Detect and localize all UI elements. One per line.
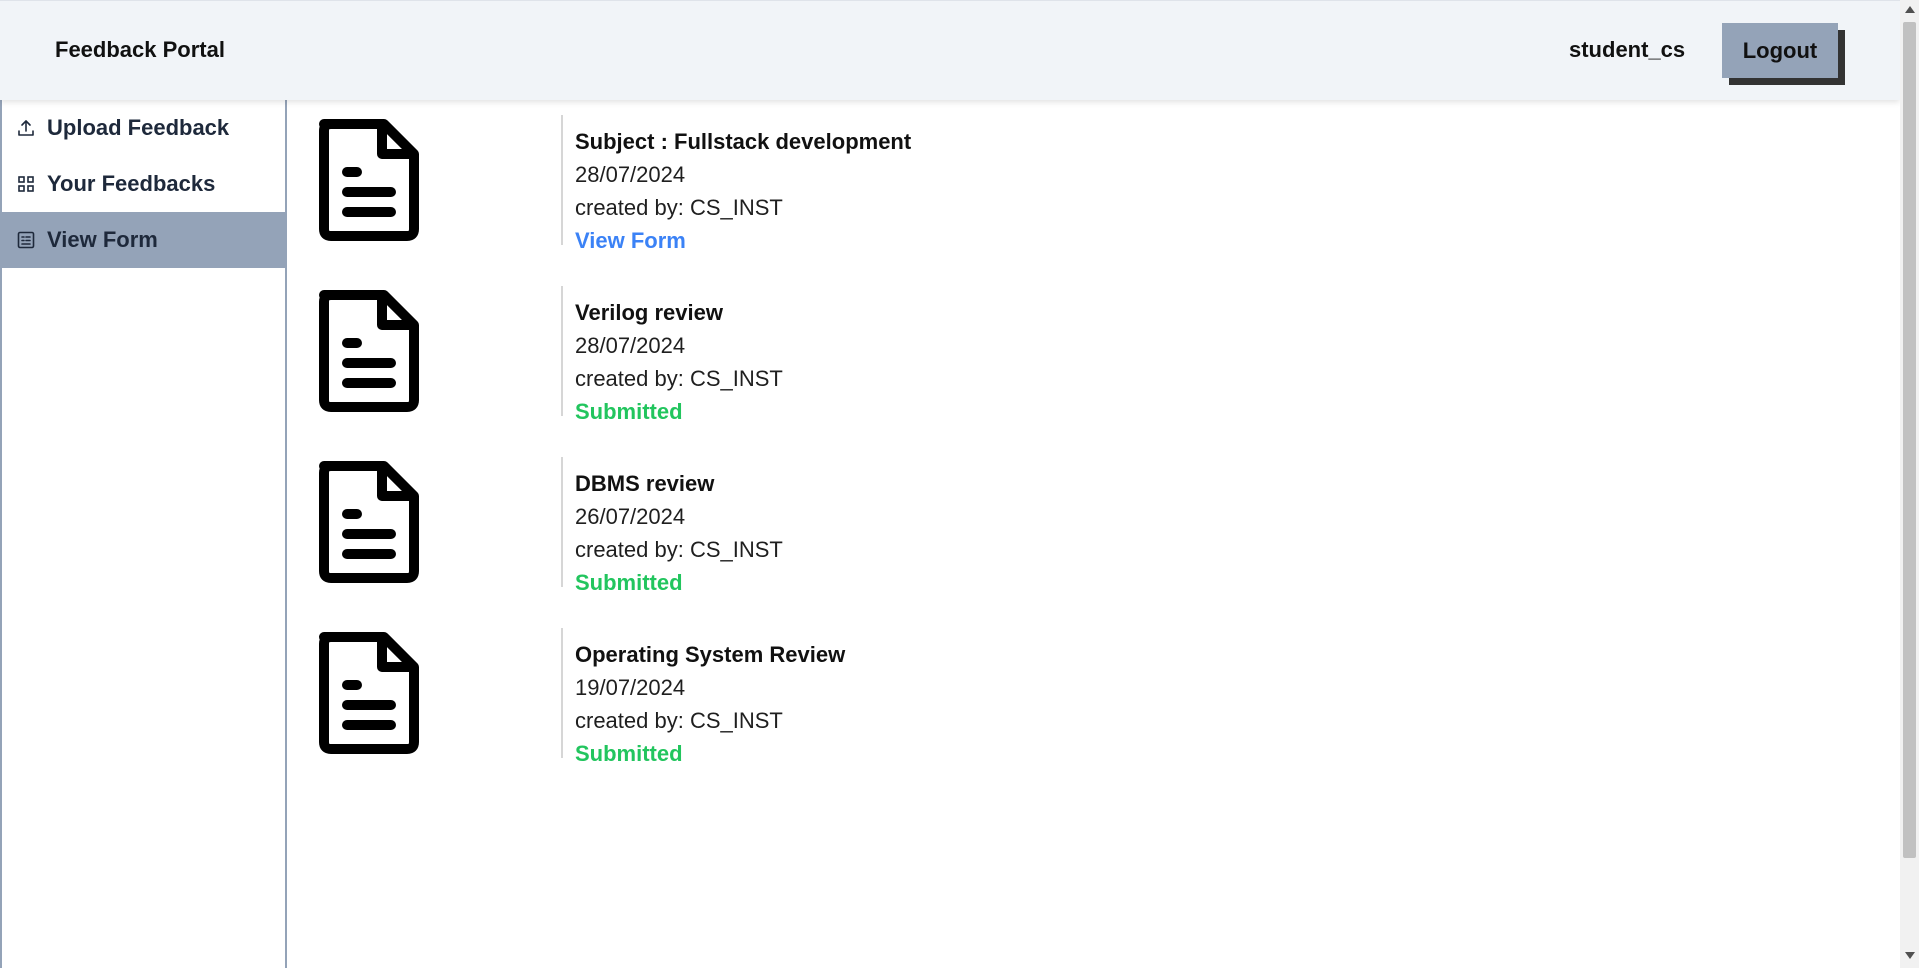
form-date: 19/07/2024 <box>575 675 686 700</box>
form-title: Verilog review <box>575 300 723 325</box>
form-card: Subject : Fullstack development 28/07/20… <box>314 111 1214 253</box>
logout-button[interactable]: Logout <box>1722 23 1838 78</box>
submitted-status: Submitted <box>575 399 683 424</box>
sidebar: Upload Feedback Your Feedbacks View Form <box>0 100 287 968</box>
form-created-by: created by: CS_INST <box>575 195 783 220</box>
document-icon <box>314 459 424 585</box>
form-card: Operating System Review 19/07/2024 creat… <box>314 624 1214 766</box>
sidebar-item-upload-feedback[interactable]: Upload Feedback <box>2 100 287 156</box>
username-label: student_cs <box>1569 37 1686 62</box>
document-icon <box>314 630 424 756</box>
form-icon <box>16 230 36 250</box>
form-created-by: created by: CS_INST <box>575 366 783 391</box>
form-list: Subject : Fullstack development 28/07/20… <box>289 100 1900 968</box>
sidebar-item-label: Your Feedbacks <box>47 171 216 196</box>
submitted-status: Submitted <box>575 570 683 595</box>
form-card: DBMS review 26/07/2024 created by: CS_IN… <box>314 453 1214 595</box>
submitted-status: Submitted <box>575 741 683 766</box>
form-date: 26/07/2024 <box>575 504 686 529</box>
form-date: 28/07/2024 <box>575 162 686 187</box>
form-title: Subject : Fullstack development <box>575 129 912 154</box>
sidebar-item-view-form[interactable]: View Form <box>2 212 287 268</box>
scroll-down-arrow-icon[interactable] <box>1905 952 1915 959</box>
sidebar-item-label: Upload Feedback <box>47 115 230 140</box>
upload-icon <box>16 118 36 138</box>
form-title: Operating System Review <box>575 642 846 667</box>
logout-button-wrapper: Logout <box>1722 23 1846 85</box>
page-scrollbar[interactable] <box>1900 0 1919 968</box>
scroll-up-arrow-icon[interactable] <box>1905 6 1915 13</box>
document-icon <box>314 117 424 243</box>
scrollbar-thumb[interactable] <box>1903 22 1916 858</box>
form-created-by: created by: CS_INST <box>575 708 783 733</box>
sidebar-item-your-feedbacks[interactable]: Your Feedbacks <box>2 156 287 212</box>
card-divider <box>561 115 563 245</box>
card-divider <box>561 286 563 416</box>
document-icon <box>314 288 424 414</box>
grid-icon <box>16 174 36 194</box>
top-navbar: Feedback Portal student_cs Logout <box>0 0 1900 100</box>
brand-title: Feedback Portal <box>55 37 225 62</box>
form-details: DBMS review 26/07/2024 created by: CS_IN… <box>575 467 783 599</box>
form-date: 28/07/2024 <box>575 333 686 358</box>
form-details: Subject : Fullstack development 28/07/20… <box>575 125 911 257</box>
form-card: Verilog review 28/07/2024 created by: CS… <box>314 282 1214 424</box>
form-details: Operating System Review 19/07/2024 creat… <box>575 638 845 770</box>
sidebar-item-label: View Form <box>47 227 158 252</box>
card-divider <box>561 457 563 587</box>
form-title: DBMS review <box>575 471 715 496</box>
form-details: Verilog review 28/07/2024 created by: CS… <box>575 296 783 428</box>
form-created-by: created by: CS_INST <box>575 537 783 562</box>
card-divider <box>561 628 563 758</box>
view-form-link[interactable]: View Form <box>575 228 686 253</box>
